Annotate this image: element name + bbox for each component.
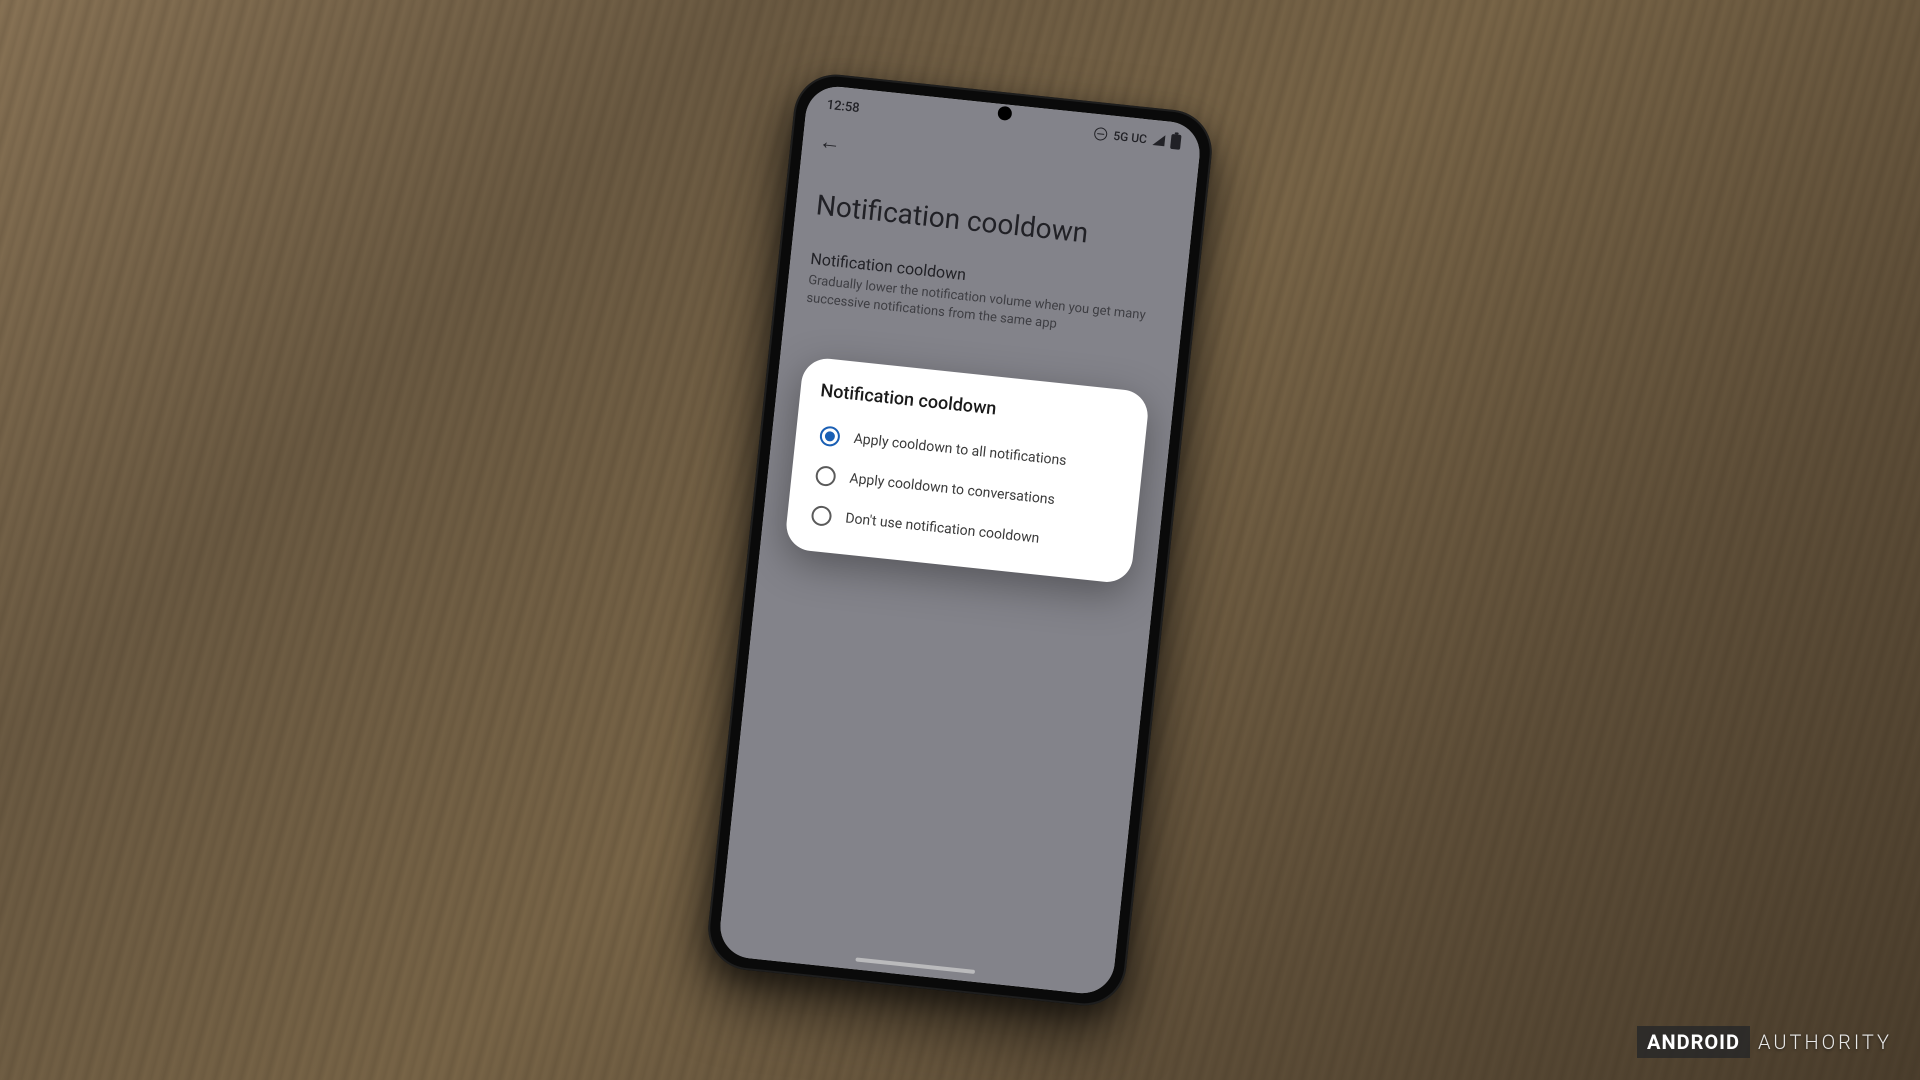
radio-unselected-icon: [815, 465, 837, 487]
watermark: ANDROID AUTHORITY: [1637, 1026, 1892, 1058]
watermark-text: AUTHORITY: [1758, 1030, 1892, 1054]
radio-selected-icon: [819, 425, 841, 447]
radio-label: Don't use notification cooldown: [845, 510, 1041, 546]
radio-unselected-icon: [811, 505, 833, 527]
notification-cooldown-dialog: Notification cooldown Apply cooldown to …: [784, 356, 1151, 584]
watermark-brand: ANDROID: [1637, 1026, 1750, 1058]
phone-screen: 12:58 5G UC ← Notification cooldown Noti…: [717, 84, 1202, 997]
phone-device-frame: 12:58 5G UC ← Notification cooldown Noti…: [704, 71, 1216, 1010]
